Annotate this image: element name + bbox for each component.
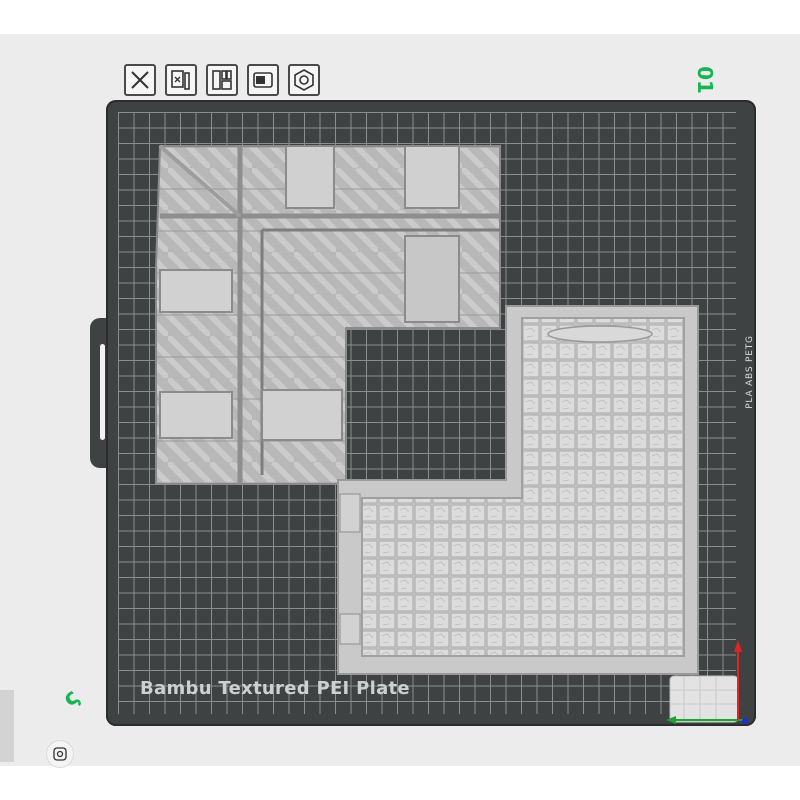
camera-reset-button[interactable] (46, 740, 74, 768)
plate-name-label: Bambu Textured PEI Plate (140, 678, 410, 699)
camera-reset-icon (53, 747, 67, 761)
side-panel-strip (0, 690, 14, 762)
plate-edge-label: PLA ABS PETG (745, 335, 756, 409)
